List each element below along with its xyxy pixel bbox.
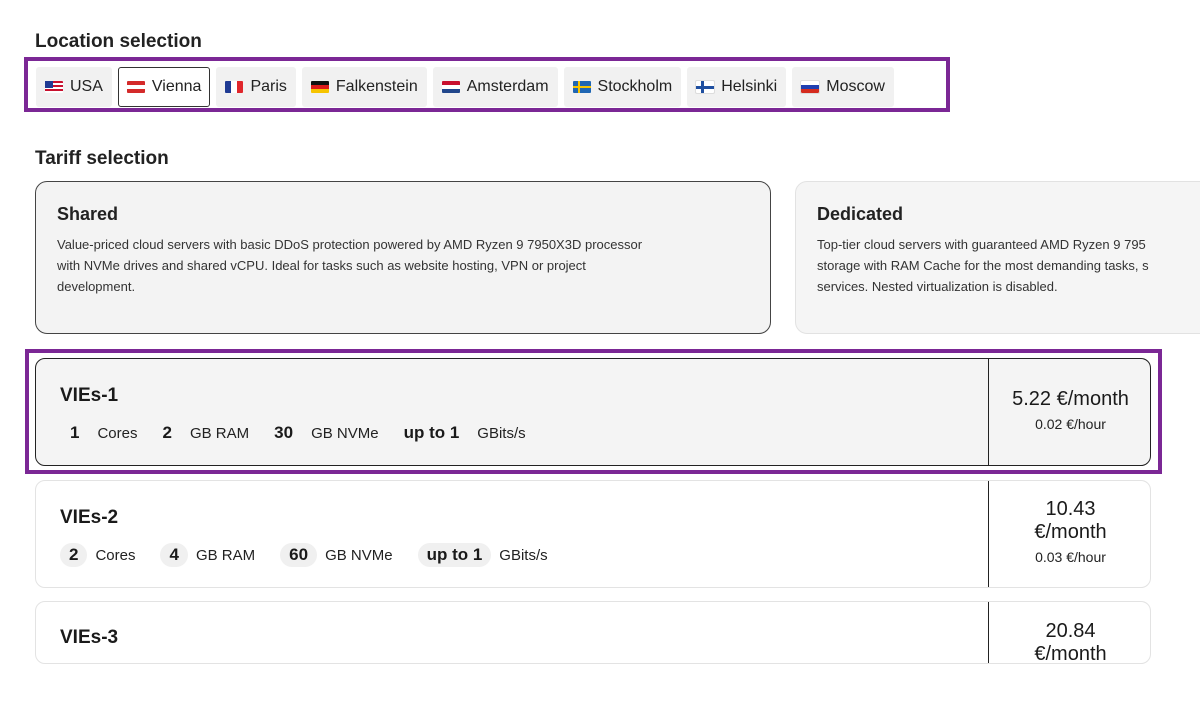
location-label: Falkenstein bbox=[335, 78, 418, 95]
price-per-month: 10.43 bbox=[1045, 498, 1096, 520]
sweden-flag-icon bbox=[572, 81, 591, 93]
finland-flag-icon bbox=[695, 80, 716, 94]
tariff-name: Shared bbox=[57, 204, 119, 224]
plan-card-vies-3[interactable]: VIEs-3 20.84 €/month bbox=[35, 601, 1151, 664]
plan-price: 5.22 €/month 0.02 €/hour bbox=[988, 359, 1150, 465]
ram-unit: GB RAM bbox=[195, 546, 256, 564]
plan-price: 20.84 €/month bbox=[988, 602, 1150, 664]
tariff-name: Dedicated bbox=[817, 204, 904, 224]
price-per-month-unit: €/month bbox=[1034, 643, 1107, 664]
location-vienna[interactable]: Vienna bbox=[117, 67, 211, 107]
location-label: Paris bbox=[250, 78, 287, 95]
tariff-dedicated-card[interactable]: Dedicated Top-tier cloud servers with gu… bbox=[795, 181, 1200, 334]
cores-value: 1 bbox=[70, 423, 80, 442]
location-label: Vienna bbox=[151, 78, 202, 95]
location-usa[interactable]: USA bbox=[36, 67, 112, 107]
austria-flag-icon bbox=[126, 81, 145, 93]
plan-card-vies-2[interactable]: VIEs-2 2 Cores 4 GB RAM 60 GB NVMe up to 1 G… bbox=[35, 480, 1151, 588]
plan-price: 10.43 €/month 0.03 €/hour bbox=[988, 481, 1150, 587]
tariff-description-line: Top-tier cloud servers with guaranteed A… bbox=[817, 237, 1146, 252]
disk-unit: GB NVMe bbox=[311, 424, 379, 442]
france-flag-icon bbox=[225, 81, 244, 93]
tariff-section-title: Tariff selection bbox=[35, 148, 169, 169]
location-moscow[interactable]: Moscow bbox=[792, 67, 894, 107]
price-per-month: 20.84 bbox=[1045, 620, 1096, 642]
network-unit: GBits/s bbox=[477, 424, 526, 442]
price-per-month: 5.22 €/month bbox=[1012, 388, 1129, 410]
disk-value: 60 bbox=[280, 543, 318, 567]
tariff-description-line: Value-priced cloud servers with basic DD… bbox=[57, 237, 643, 252]
location-paris[interactable]: Paris bbox=[216, 67, 296, 107]
location-label: Moscow bbox=[826, 78, 885, 95]
location-amsterdam[interactable]: Amsterdam bbox=[432, 67, 558, 107]
ram-unit: GB RAM bbox=[189, 424, 250, 442]
price-per-hour: 0.02 €/hour bbox=[1035, 416, 1106, 432]
location-section-title: Location selection bbox=[35, 31, 202, 52]
disk-unit: GB NVMe bbox=[325, 546, 393, 564]
plan-card-vies-1[interactable]: VIEs-1 1 Cores 2 GB RAM 30 GB NVMe up to 1 G… bbox=[35, 358, 1151, 466]
network-value: up to 1 bbox=[403, 423, 460, 442]
netherlands-flag-icon bbox=[441, 81, 460, 93]
usa-flag-icon bbox=[45, 81, 63, 93]
location-stockholm[interactable]: Stockholm bbox=[563, 67, 682, 107]
network-unit: GBits/s bbox=[499, 546, 548, 564]
cores-value: 2 bbox=[60, 543, 88, 567]
location-label: Helsinki bbox=[721, 78, 778, 95]
location-falkenstein[interactable]: Falkenstein bbox=[301, 67, 427, 107]
location-label: USA bbox=[70, 78, 103, 95]
ram-value: 2 bbox=[162, 423, 172, 442]
cores-unit: Cores bbox=[97, 424, 138, 442]
ram-value: 4 bbox=[160, 543, 188, 567]
disk-value: 30 bbox=[274, 423, 294, 442]
plan-name: VIEs-1 bbox=[60, 385, 119, 406]
cores-unit: Cores bbox=[95, 546, 136, 564]
location-label: Amsterdam bbox=[466, 78, 549, 95]
germany-flag-icon bbox=[310, 81, 329, 93]
russia-flag-icon bbox=[800, 80, 821, 94]
tariff-description-line: with NVMe drives and shared vCPU. Ideal … bbox=[57, 258, 586, 273]
plan-name: VIEs-2 bbox=[60, 507, 119, 528]
tariff-description-line: storage with RAM Cache for the most dema… bbox=[817, 258, 1149, 273]
tariff-description-line: services. Nested virtualization is disab… bbox=[817, 279, 1058, 294]
tariff-description-line: development. bbox=[57, 279, 136, 294]
price-per-hour: 0.03 €/hour bbox=[1035, 549, 1106, 565]
location-label: Stockholm bbox=[597, 78, 673, 95]
plan-name: VIEs-3 bbox=[60, 627, 119, 648]
location-helsinki[interactable]: Helsinki bbox=[687, 67, 787, 107]
price-per-month-unit: €/month bbox=[1034, 521, 1107, 543]
tariff-shared-card[interactable]: Shared Value-priced cloud servers with b… bbox=[35, 181, 771, 334]
network-value: up to 1 bbox=[417, 543, 492, 567]
location-tabs: USA Vienna Paris Falkenstein Amsterdam S… bbox=[36, 67, 894, 107]
